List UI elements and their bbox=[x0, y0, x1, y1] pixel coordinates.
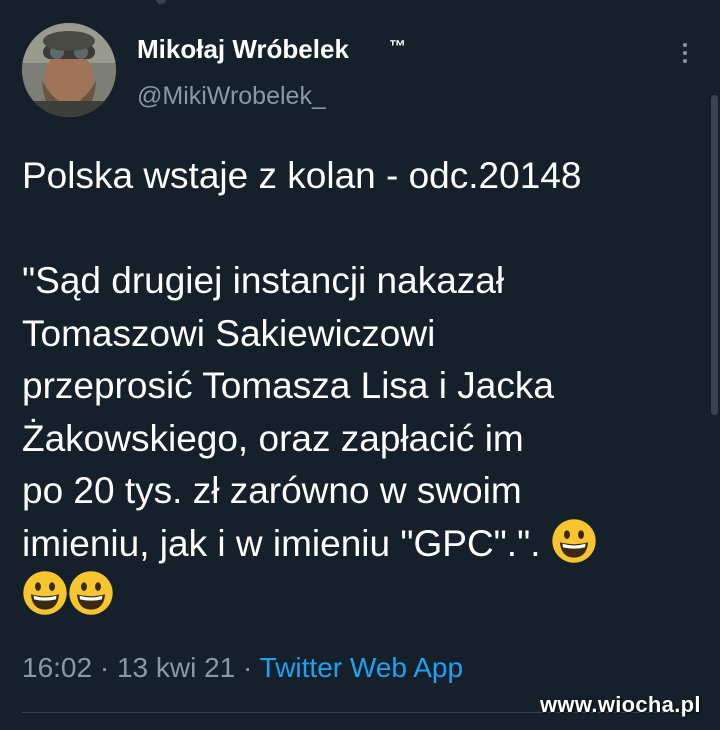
tweet-card: Mikołaj Wróbelek ™ @MikiWrobelek_ Polska… bbox=[0, 0, 720, 730]
meta-separator: · bbox=[92, 652, 117, 683]
author-handle[interactable]: @MikiWrobelek_ bbox=[137, 82, 326, 111]
tweet-line: imieniu, jak i w imieniu "GPC".". bbox=[22, 522, 541, 564]
tweet-line: Tomaszowi Sakiewiczowi bbox=[22, 312, 436, 354]
grinning-face-emoji-icon bbox=[23, 571, 67, 615]
more-options-button[interactable] bbox=[672, 40, 698, 66]
tweet-line: "Sąd drugiej instancji nakazał bbox=[22, 260, 505, 301]
tweet-text: Polska wstaje z kolan - odc.20148 "Sąd d… bbox=[22, 150, 692, 623]
avatar[interactable] bbox=[22, 23, 116, 117]
tweet-line: przeprosić Tomasza Lisa i Jacka bbox=[22, 365, 554, 406]
tweet-source-link[interactable]: Twitter Web App bbox=[260, 652, 463, 683]
tweet-line: po 20 tys. zł zarówno w swoim bbox=[22, 470, 522, 511]
more-dot-icon bbox=[683, 51, 687, 55]
site-watermark: www.wiocha.pl bbox=[540, 692, 701, 717]
tweet-date[interactable]: 13 kwi 21 bbox=[117, 652, 235, 683]
tweet-metadata: 16:02 · 13 kwi 21 · Twitter Web App bbox=[22, 652, 463, 684]
meta-separator: · bbox=[235, 652, 260, 683]
author-display-name[interactable]: Mikołaj Wróbelek bbox=[137, 34, 349, 65]
avatar-photo bbox=[22, 23, 116, 117]
tweet-line: Żakowskiego, oraz zapłacić im bbox=[22, 417, 524, 459]
scrollbar[interactable] bbox=[711, 95, 718, 415]
more-dot-icon bbox=[683, 59, 687, 63]
grinning-face-emoji-icon bbox=[552, 518, 596, 563]
tweet-line: Polska wstaje z kolan - odc.20148 bbox=[22, 155, 582, 196]
more-dot-icon bbox=[683, 43, 687, 47]
menu-dot-icon bbox=[156, 0, 166, 4]
trademark-symbol: ™ bbox=[389, 37, 406, 56]
tweet-time[interactable]: 16:02 bbox=[22, 652, 92, 683]
grinning-face-emoji-icon bbox=[69, 571, 113, 615]
